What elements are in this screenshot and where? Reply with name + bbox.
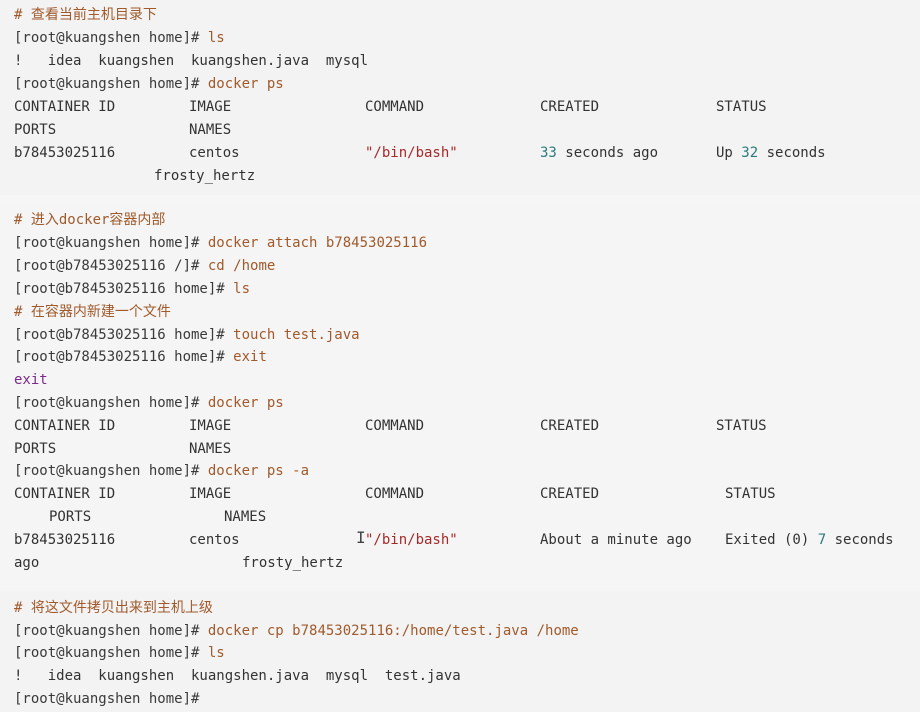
comment-line: # 在容器内新建一个文件 <box>14 304 171 320</box>
header-created: CREATED <box>540 99 600 115</box>
command: ls <box>233 281 251 297</box>
header-command: COMMAND <box>365 418 425 434</box>
command-line: [root@kuangshen home]# ls <box>14 643 225 663</box>
command: docker ps <box>207 395 284 411</box>
command-string: "/bin/bash" <box>365 145 458 161</box>
command-line: [root@b78453025116 home]# ls <box>14 279 250 299</box>
terminal-window[interactable]: # 查看当前主机目录下 [root@kuangshen home]# ls ! … <box>0 0 920 712</box>
header-ports: PORTS <box>14 441 57 457</box>
comment-line: # 进入docker容器内部 <box>14 212 166 228</box>
header-created: CREATED <box>540 486 600 502</box>
header-image: IMAGE <box>189 486 232 502</box>
image-name: centos <box>189 532 240 548</box>
prompt: [root@kuangshen home]# <box>14 645 208 661</box>
command: cd /home <box>207 258 276 274</box>
table-row-continued: ago frosty_hertz <box>14 553 914 573</box>
command-line: [root@b78453025116 /]# cd /home <box>14 256 275 276</box>
prompt: [root@kuangshen home]# <box>14 30 208 46</box>
header-status: STATUS <box>716 418 767 434</box>
text-cursor-icon: I <box>356 528 366 547</box>
prompt: [root@kuangshen home]# <box>14 395 208 411</box>
created-value: 33 seconds ago <box>540 145 659 161</box>
prompt: [root@b78453025116 home]# <box>14 281 234 297</box>
comment-line: # 将这文件拷贝出来到主机上级 <box>14 600 213 616</box>
status-value: Exited (0) 7 seconds <box>725 532 894 548</box>
command: docker ps -a <box>207 463 310 479</box>
prompt: [root@b78453025116 /]# <box>14 258 208 274</box>
table-header: CONTAINER ID IMAGE COMMAND CREATED STATU… <box>14 484 914 504</box>
status-continued: ago <box>14 555 40 571</box>
header-ports: PORTS <box>49 509 92 525</box>
prompt: [root@b78453025116 home]# <box>14 327 234 343</box>
command-line: [root@b78453025116 home]# exit <box>14 347 267 367</box>
header-container-id: CONTAINER ID <box>14 486 116 502</box>
command: docker ps <box>207 76 284 92</box>
command-line: [root@kuangshen home]# docker cp b784530… <box>14 621 579 641</box>
header-command: COMMAND <box>365 99 425 115</box>
output-line: ! idea kuangshen kuangshen.java mysql te… <box>14 668 461 684</box>
command: docker attach b78453025116 <box>207 235 428 251</box>
image-name: centos <box>189 145 240 161</box>
prompt: [root@kuangshen home]# <box>14 463 208 479</box>
command: touch test.java <box>233 327 360 343</box>
prompt: [root@kuangshen home]# <box>14 691 200 707</box>
comment-line: # 查看当前主机目录下 <box>14 7 157 23</box>
table-row-continued: frosty_hertz <box>14 166 914 186</box>
table-header: PORTS NAMES <box>14 439 914 459</box>
header-created: CREATED <box>540 418 600 434</box>
prompt: [root@b78453025116 home]# <box>14 349 234 365</box>
command-line: [root@kuangshen home]# docker attach b78… <box>14 233 427 253</box>
header-names: NAMES <box>189 441 232 457</box>
command-line: [root@kuangshen home]# ls <box>14 28 225 48</box>
output-line: exit <box>14 372 48 388</box>
table-header: CONTAINER ID IMAGE COMMAND CREATED STATU… <box>14 416 914 436</box>
header-image: IMAGE <box>189 99 232 115</box>
command-line: [root@kuangshen home]# docker ps <box>14 74 284 94</box>
command: exit <box>233 349 267 365</box>
container-name: frosty_hertz <box>154 168 256 184</box>
output-line: ! idea kuangshen kuangshen.java mysql <box>14 53 369 69</box>
created-value: About a minute ago <box>540 532 692 548</box>
header-container-id: CONTAINER ID <box>14 99 116 115</box>
header-ports: PORTS <box>14 122 57 138</box>
command: docker cp b78453025116:/home/test.java /… <box>207 623 579 639</box>
table-header: PORTS NAMES <box>14 120 914 140</box>
command-line: [root@kuangshen home]# docker ps -a <box>14 461 309 481</box>
command-string: "/bin/bash" <box>365 532 458 548</box>
command-line: [root@b78453025116 home]# touch test.jav… <box>14 325 360 345</box>
header-command: COMMAND <box>365 486 425 502</box>
container-name: frosty_hertz <box>242 555 344 571</box>
prompt: [root@kuangshen home]# <box>14 623 208 639</box>
table-header: PORTS NAMES <box>14 507 914 527</box>
prompt: [root@kuangshen home]# <box>14 235 208 251</box>
header-image: IMAGE <box>189 418 232 434</box>
header-status: STATUS <box>725 486 776 502</box>
header-names: NAMES <box>189 122 232 138</box>
command: ls <box>207 30 225 46</box>
header-names: NAMES <box>224 509 267 525</box>
container-id: b78453025116 <box>14 532 116 548</box>
header-container-id: CONTAINER ID <box>14 418 116 434</box>
command-line: [root@kuangshen home]# docker ps <box>14 393 284 413</box>
container-id: b78453025116 <box>14 145 116 161</box>
header-status: STATUS <box>716 99 767 115</box>
status-value: Up 32 seconds <box>716 145 826 161</box>
table-row: b78453025116 centos "/bin/bash" 33 secon… <box>14 143 914 163</box>
table-header: CONTAINER ID IMAGE COMMAND CREATED STATU… <box>14 97 914 117</box>
command-line[interactable]: [root@kuangshen home]# <box>14 689 199 709</box>
prompt: [root@kuangshen home]# <box>14 76 208 92</box>
command: ls <box>207 645 225 661</box>
table-row: b78453025116 centos "/bin/bash" About a … <box>14 530 914 550</box>
